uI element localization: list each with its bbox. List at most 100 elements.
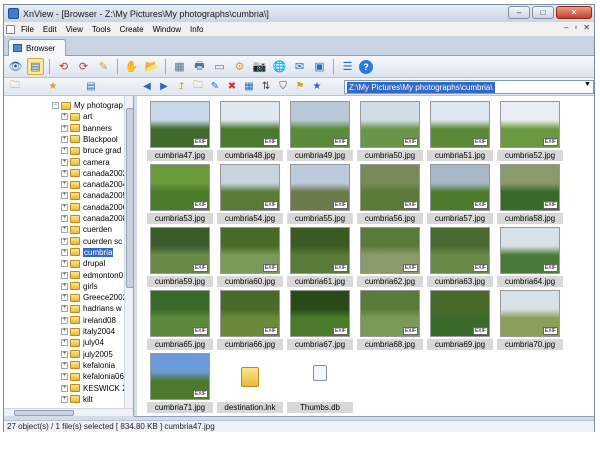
thumbnail-item[interactable]: EXIF cumbria52.jpg	[497, 101, 563, 163]
scrollbar-thumb[interactable]	[126, 108, 133, 288]
tree-expander-icon[interactable]: +	[61, 181, 68, 189]
favorites-icon[interactable]: ★	[46, 79, 60, 93]
refresh-icon[interactable]: ⟲	[55, 58, 72, 75]
tree-expander-icon[interactable]: +	[61, 237, 68, 245]
tree-item[interactable]: + july04	[61, 337, 104, 348]
tree-item[interactable]: + Greece2002	[61, 292, 127, 303]
tree-expander-icon[interactable]: +	[61, 215, 68, 222]
tree-item[interactable]: + cuerden sc	[61, 236, 122, 247]
thumbnail-item[interactable]: EXIF cumbria63.jpg	[427, 227, 493, 289]
tree-item[interactable]: + cumbria	[61, 247, 114, 258]
tree-item[interactable]: + canada2006	[61, 202, 127, 213]
thumbnail-item[interactable]: EXIF cumbria50.jpg	[357, 101, 423, 163]
thumbnail-item[interactable]: EXIF cumbria47.jpg	[147, 101, 213, 163]
settings-icon[interactable]: ☰	[339, 58, 356, 75]
menu-window[interactable]: Window	[153, 25, 181, 34]
tree-item[interactable]: + canada2008	[61, 213, 127, 224]
help-icon[interactable]: ?	[359, 59, 373, 74]
tree-expander-icon[interactable]: +	[61, 192, 68, 200]
thumbnail-item[interactable]: EXIF cumbria59.jpg	[147, 227, 213, 289]
back-arrow-icon[interactable]: ◀	[140, 79, 154, 93]
tree-expander-icon[interactable]: +	[61, 361, 68, 369]
filter-icon[interactable]: ⛉	[276, 79, 290, 93]
tree-item[interactable]: + hadrians w	[61, 303, 122, 314]
tree-item[interactable]: + cuerden	[61, 224, 112, 235]
rename-icon[interactable]: ✎	[208, 79, 222, 93]
tree-expander-icon[interactable]: +	[61, 248, 68, 256]
tree-expander-icon[interactable]: +	[61, 260, 68, 268]
tab-browser[interactable]: Browser	[8, 39, 66, 56]
menu-view[interactable]: View	[66, 25, 83, 34]
close-button[interactable]: ✕	[556, 6, 592, 19]
tree-item[interactable]: + canada2004	[61, 179, 127, 190]
tree-item[interactable]: + KESWICK 2	[61, 383, 127, 394]
thumbnail-item[interactable]: EXIF cumbria58.jpg	[497, 164, 563, 226]
forward-arrow-icon[interactable]: ▶	[157, 79, 171, 93]
scrollbar-thumb[interactable]	[14, 410, 74, 416]
email-icon[interactable]: ✉	[291, 58, 308, 75]
thumbnail-item[interactable]: EXIF cumbria57.jpg	[427, 164, 493, 226]
thumbnail-item[interactable]: EXIF cumbria69.jpg	[427, 290, 493, 352]
maximize-button[interactable]: □	[532, 6, 554, 19]
tree-item[interactable]: + kefalonia06	[61, 371, 124, 382]
tree-expander-icon[interactable]: +	[61, 203, 68, 211]
tree-item[interactable]: + july2005	[61, 349, 113, 360]
file-item[interactable]: Thumbs.db	[287, 353, 353, 415]
categories-icon[interactable]: ▤	[84, 79, 98, 93]
tree-expander-icon[interactable]: +	[61, 282, 68, 290]
doc-close-icon[interactable]: ✕	[583, 23, 590, 32]
thumbnail-item[interactable]: EXIF cumbria48.jpg	[217, 101, 283, 163]
tree-item[interactable]: − My photograp	[52, 100, 123, 111]
thumbnail-item[interactable]: EXIF cumbria54.jpg	[217, 164, 283, 226]
web-globe-icon[interactable]: 🌐	[271, 58, 288, 75]
thumbnail-item[interactable]: EXIF cumbria51.jpg	[427, 101, 493, 163]
doc-restore-icon[interactable]: ▫	[574, 23, 577, 32]
tree-item[interactable]: + edmonton0	[61, 270, 123, 281]
thumbnail-item[interactable]: EXIF cumbria66.jpg	[217, 290, 283, 352]
print-icon[interactable]: 🖶	[191, 58, 208, 75]
tree-expander-icon[interactable]: +	[61, 305, 68, 313]
thumbnail-item[interactable]: EXIF cumbria60.jpg	[217, 227, 283, 289]
open-folder-icon[interactable]: 📂	[143, 58, 160, 75]
tree-item[interactable]: + drupal	[61, 258, 105, 269]
screen-capture-icon[interactable]: ▣	[311, 58, 328, 75]
thumbnail-item[interactable]: EXIF cumbria71.jpg	[147, 353, 213, 415]
tree-expander-icon[interactable]: +	[61, 113, 68, 121]
tree-expander-icon[interactable]: +	[61, 339, 68, 347]
chevron-down-icon[interactable]: ▼	[582, 81, 593, 93]
tree-item[interactable]: + kilt	[61, 394, 93, 405]
thumbnail-item[interactable]: EXIF cumbria64.jpg	[497, 227, 563, 289]
file-item[interactable]: destination.lnk	[217, 353, 283, 415]
new-folder-icon[interactable]: 🗀	[191, 79, 205, 93]
tree-expander-icon[interactable]: +	[61, 384, 68, 392]
tree-vertical-scrollbar[interactable]	[124, 96, 133, 410]
tag-icon[interactable]: ✎	[95, 58, 112, 75]
view-mode-icon[interactable]: ▦	[242, 79, 256, 93]
folders-icon[interactable]: 🗀	[8, 79, 22, 93]
tree-expander-icon[interactable]: +	[61, 316, 68, 324]
convert-icon[interactable]: ⚙	[231, 58, 248, 75]
favorite-add-icon[interactable]: ★	[310, 79, 324, 93]
tree-expander-icon[interactable]: +	[61, 271, 68, 279]
tree-horizontal-scrollbar[interactable]	[4, 408, 133, 416]
tree-expander-icon[interactable]: +	[61, 147, 68, 155]
thumbnail-item[interactable]: EXIF cumbria62.jpg	[357, 227, 423, 289]
thumbnail-item[interactable]: EXIF cumbria70.jpg	[497, 290, 563, 352]
hand-icon[interactable]: ✋	[123, 58, 140, 75]
tree-item[interactable]: + girls	[61, 281, 98, 292]
rotate-icon[interactable]: ⟳	[75, 58, 92, 75]
thumbnail-item[interactable]: EXIF cumbria68.jpg	[357, 290, 423, 352]
tree-expander-icon[interactable]: +	[61, 135, 68, 143]
menu-edit[interactable]: Edit	[43, 25, 57, 34]
tree-item[interactable]: + kefalonia	[61, 360, 115, 371]
tree-expander-icon[interactable]: −	[52, 102, 59, 109]
sort-icon[interactable]: ⇅	[259, 79, 273, 93]
tree-item[interactable]: + italy2004	[61, 326, 115, 337]
tree-expander-icon[interactable]: +	[61, 328, 68, 335]
menu-create[interactable]: Create	[120, 25, 144, 34]
minimize-button[interactable]: –	[508, 6, 530, 19]
tree-expander-icon[interactable]: +	[61, 169, 68, 177]
tree-item[interactable]: + ireland08	[61, 315, 116, 326]
scan-icon[interactable]: ▭	[211, 58, 228, 75]
tree-item[interactable]: + canada2002	[61, 168, 127, 179]
